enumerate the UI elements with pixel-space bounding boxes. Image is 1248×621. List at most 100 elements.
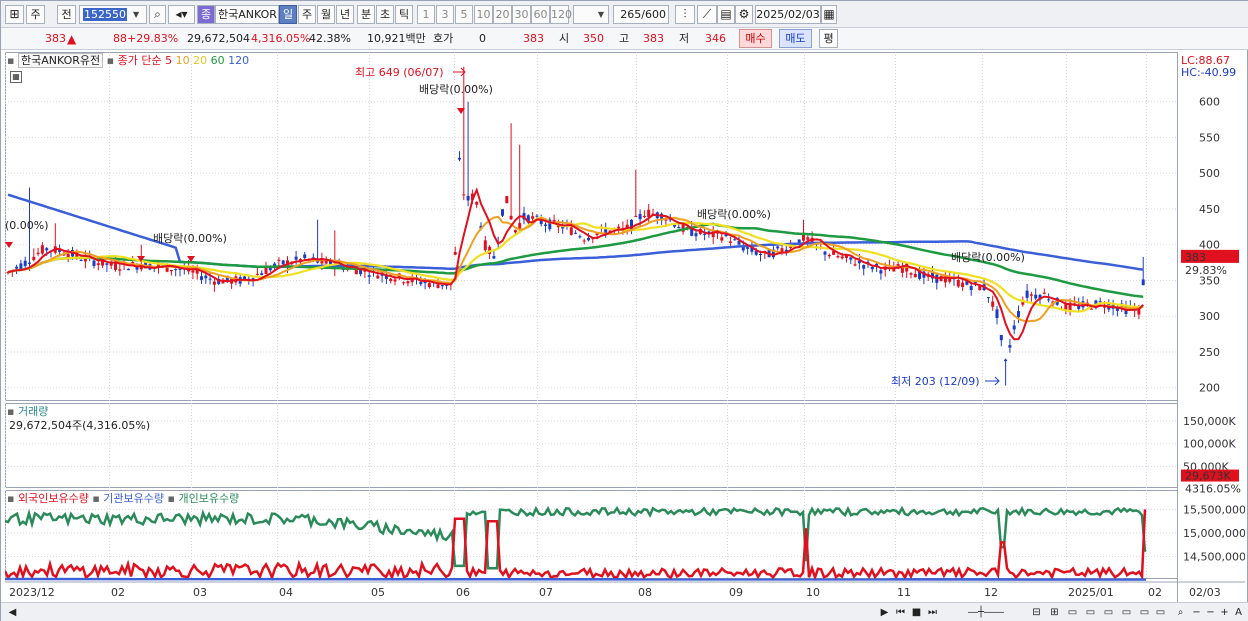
split-icon[interactable]: ⊞ bbox=[1047, 605, 1062, 620]
period-button[interactable]: 분 bbox=[357, 5, 375, 24]
speaker-icon[interactable]: ◂▾ bbox=[168, 5, 195, 24]
forward-icon[interactable]: ⏭ bbox=[925, 605, 940, 620]
chevron-down-icon[interactable]: ▼ bbox=[133, 6, 145, 23]
interval-button[interactable]: 1 bbox=[417, 5, 435, 24]
chart-canvas[interactable]: 6005505004504003503002502002023/12 02 03 04… bbox=[5, 52, 1245, 602]
candle-body bbox=[36, 252, 40, 255]
candle-body bbox=[574, 232, 578, 234]
price-tick: 200 bbox=[1199, 382, 1220, 395]
period-button[interactable]: 초 bbox=[376, 5, 394, 24]
date-tick: 02/03 bbox=[1189, 586, 1221, 599]
buy-button[interactable]: 매수 bbox=[739, 29, 772, 48]
interval-combo[interactable]: ▼ bbox=[573, 5, 609, 24]
price-tick: 500 bbox=[1199, 167, 1220, 180]
table-icon[interactable]: ▦ bbox=[10, 71, 22, 83]
rewind-icon[interactable]: ⏮ bbox=[893, 605, 908, 620]
candle-body bbox=[440, 285, 444, 287]
zoom-out-icon[interactable]: − bbox=[1189, 605, 1204, 620]
dividend-annotation: 배당락(0.00%) bbox=[153, 232, 227, 245]
zoom-out-icon[interactable]: − bbox=[1203, 605, 1218, 620]
window-icon[interactable]: ▭ bbox=[1137, 605, 1152, 620]
scroll-right-icon[interactable]: ▶ bbox=[877, 605, 892, 620]
period-button[interactable]: 월 bbox=[317, 5, 335, 24]
price-tick: 450 bbox=[1199, 203, 1220, 216]
avg-button[interactable]: 평 bbox=[819, 29, 838, 48]
period-button[interactable]: 주 bbox=[298, 5, 316, 24]
candle-body bbox=[703, 233, 707, 235]
candle-body bbox=[853, 264, 857, 266]
period-button[interactable]: 일 bbox=[279, 5, 297, 24]
scroll-bar[interactable]: ◀ ▶ ⏮ ■ ⏭ ―┼―― ⊟ ⊞ ▭ ▭ ▭ ▭ ▭ ▭ ⌕ − − + A bbox=[1, 602, 1248, 621]
candle-body bbox=[535, 215, 539, 217]
interval-button[interactable]: 10 bbox=[474, 5, 493, 24]
code-input[interactable]: 152550 ▼ bbox=[79, 5, 147, 24]
window-icon[interactable]: ▭ bbox=[1101, 605, 1116, 620]
window-icon[interactable]: ▭ bbox=[1065, 605, 1080, 620]
dividend-annotation: 배당락(0.00%) bbox=[419, 83, 493, 96]
retail-holders-line bbox=[5, 505, 1147, 570]
candle-body bbox=[969, 285, 973, 291]
window-icon[interactable]: ▭ bbox=[1083, 605, 1098, 620]
count-field[interactable]: 265/600 bbox=[613, 5, 669, 24]
candle-body bbox=[995, 309, 999, 318]
price-legend: ▪ 한국ANKOR유전 ▪ 종가 단순 5 10 20 60 120 bbox=[7, 53, 249, 68]
gear-icon[interactable]: ⚙ bbox=[735, 5, 753, 24]
interval-button[interactable]: 3 bbox=[436, 5, 454, 24]
candle-body bbox=[1012, 325, 1016, 330]
candle-body bbox=[367, 275, 371, 277]
last-volume-label: 29,673K bbox=[1185, 470, 1231, 483]
candle-body bbox=[1017, 311, 1020, 318]
text-icon[interactable]: A bbox=[1231, 605, 1246, 620]
layout-icon[interactable]: ⊟ bbox=[1029, 605, 1044, 620]
stock-name[interactable]: 한국ANKOR유 bbox=[215, 5, 279, 24]
chevron-down-icon[interactable]: ▼ bbox=[595, 6, 607, 23]
calendar-icon[interactable]: ▦ bbox=[821, 5, 837, 24]
window-icon[interactable]: ▭ bbox=[1119, 605, 1134, 620]
high-label: 고 bbox=[619, 32, 630, 45]
turnover-value: 42.38% bbox=[309, 32, 351, 45]
legend-ma60: 60 bbox=[210, 54, 225, 67]
candle-body bbox=[483, 240, 487, 251]
interval-button[interactable]: 30 bbox=[512, 5, 531, 24]
period-button[interactable]: 년 bbox=[336, 5, 354, 24]
candle-body bbox=[913, 273, 917, 278]
date-tick: 09 bbox=[729, 586, 743, 599]
hoga-value: 0 bbox=[479, 32, 486, 45]
candle-body bbox=[870, 266, 874, 270]
candle-type-icon[interactable]: ⫶ bbox=[675, 5, 695, 24]
window-icon[interactable]: ▭ bbox=[1153, 605, 1168, 620]
save-icon[interactable]: ▤ bbox=[717, 5, 735, 24]
candle-body bbox=[453, 252, 457, 255]
scroll-left-icon[interactable]: ◀ bbox=[5, 605, 20, 620]
arrow-right-icon bbox=[453, 67, 466, 77]
zoom-slider[interactable]: ―┼―― bbox=[951, 605, 1021, 620]
stop-icon[interactable]: ■ bbox=[909, 605, 924, 620]
dividend-annotation: 배당락(0.00%) bbox=[951, 251, 1025, 264]
market-select[interactable]: 주 bbox=[26, 5, 45, 24]
draw-line-icon[interactable]: ⟋ bbox=[697, 5, 717, 24]
interval-button[interactable]: 60 bbox=[531, 5, 550, 24]
prev-button[interactable]: 전 bbox=[57, 5, 76, 24]
low-value: 346 bbox=[705, 32, 726, 45]
interval-button[interactable]: 5 bbox=[455, 5, 473, 24]
sell-button[interactable]: 매도 bbox=[779, 29, 812, 48]
candle-body bbox=[578, 236, 582, 238]
date-tick: 04 bbox=[279, 586, 293, 599]
date-input[interactable]: 2025/02/03 bbox=[755, 5, 821, 24]
interval-button[interactable]: 120 bbox=[550, 5, 572, 24]
candle-body bbox=[759, 253, 762, 255]
candle-body bbox=[909, 273, 913, 275]
interval-button[interactable]: 20 bbox=[493, 5, 512, 24]
candle-body bbox=[677, 227, 681, 229]
legend-ma5: 5 bbox=[165, 54, 173, 67]
candle-body bbox=[28, 262, 31, 264]
dividend-annotation: (0.00%) bbox=[5, 219, 49, 232]
low-annotation: 최저 203 (12/09) bbox=[891, 375, 980, 388]
candle-body bbox=[879, 270, 883, 274]
period-button[interactable]: 틱 bbox=[395, 5, 413, 24]
candle-body bbox=[23, 260, 27, 266]
zoom-in-icon[interactable]: + bbox=[1217, 605, 1232, 620]
zoom-search-icon[interactable]: ⌕ bbox=[1173, 605, 1188, 620]
search-icon[interactable]: ⌕ bbox=[149, 5, 166, 24]
layout-icon[interactable]: ⊞ bbox=[5, 5, 24, 24]
